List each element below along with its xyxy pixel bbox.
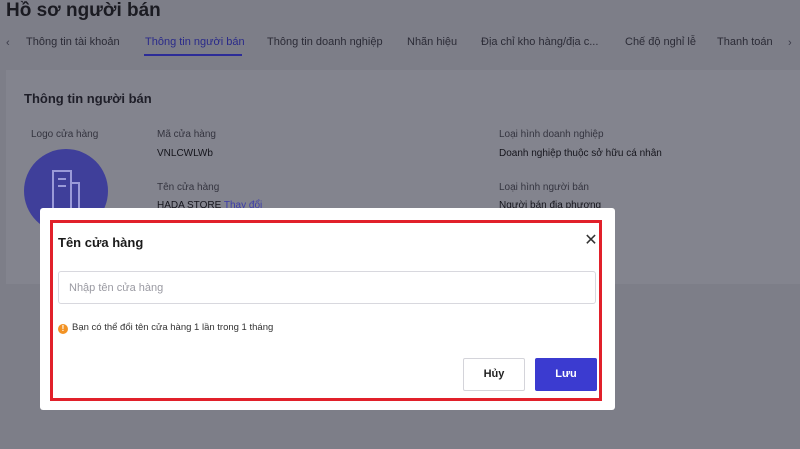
seller-type-label: Loại hình người bán <box>499 182 589 193</box>
tab-payment[interactable]: Thanh toán <box>717 36 773 48</box>
modal-title: Tên cửa hàng <box>58 235 144 250</box>
shop-name-modal: Tên cửa hàng ✕ ! Bạn có thể đổi tên cửa h… <box>40 208 615 410</box>
tab-warehouse-address[interactable]: Địa chỉ kho hàng/địa c... <box>481 36 598 48</box>
tab-business-info[interactable]: Thông tin doanh nghiệp <box>267 36 383 48</box>
warning-icon: ! <box>58 324 68 334</box>
tab-bar: ‹ Thông tin tài khoản Thông tin người bá… <box>0 34 800 58</box>
shop-code-value: VNLCWLWb <box>157 148 213 159</box>
shop-name-input[interactable] <box>58 271 596 304</box>
close-icon[interactable]: ✕ <box>582 232 600 250</box>
business-type-label: Loại hình doanh nghiệp <box>499 129 604 140</box>
chevron-left-icon[interactable]: ‹ <box>6 37 10 49</box>
page-title: Hồ sơ người bán <box>6 0 161 21</box>
chevron-right-icon[interactable]: › <box>788 37 792 49</box>
shop-code-label: Mã cửa hàng <box>157 129 216 140</box>
logo-label: Logo cửa hàng <box>31 129 99 140</box>
shop-name-label: Tên cửa hàng <box>157 182 220 193</box>
active-tab-indicator <box>144 54 242 56</box>
save-button[interactable]: Lưu <box>535 358 597 391</box>
tab-seller-info[interactable]: Thông tin người bán <box>145 36 245 48</box>
seller-info-title: Thông tin người bán <box>24 91 152 106</box>
building-icon <box>52 170 80 212</box>
rename-notice-text: Bạn có thể đổi tên cửa hàng 1 lần trong … <box>72 322 274 333</box>
tab-holiday-mode[interactable]: Chế độ nghỉ lễ <box>625 36 696 48</box>
business-type-value: Doanh nghiệp thuộc sở hữu cá nhân <box>499 148 662 159</box>
tab-account-info[interactable]: Thông tin tài khoản <box>26 36 120 48</box>
cancel-button[interactable]: Hủy <box>463 358 525 391</box>
rename-notice: ! Bạn có thể đổi tên cửa hàng 1 lần trong… <box>58 322 273 334</box>
tab-brand[interactable]: Nhãn hiệu <box>407 36 457 48</box>
